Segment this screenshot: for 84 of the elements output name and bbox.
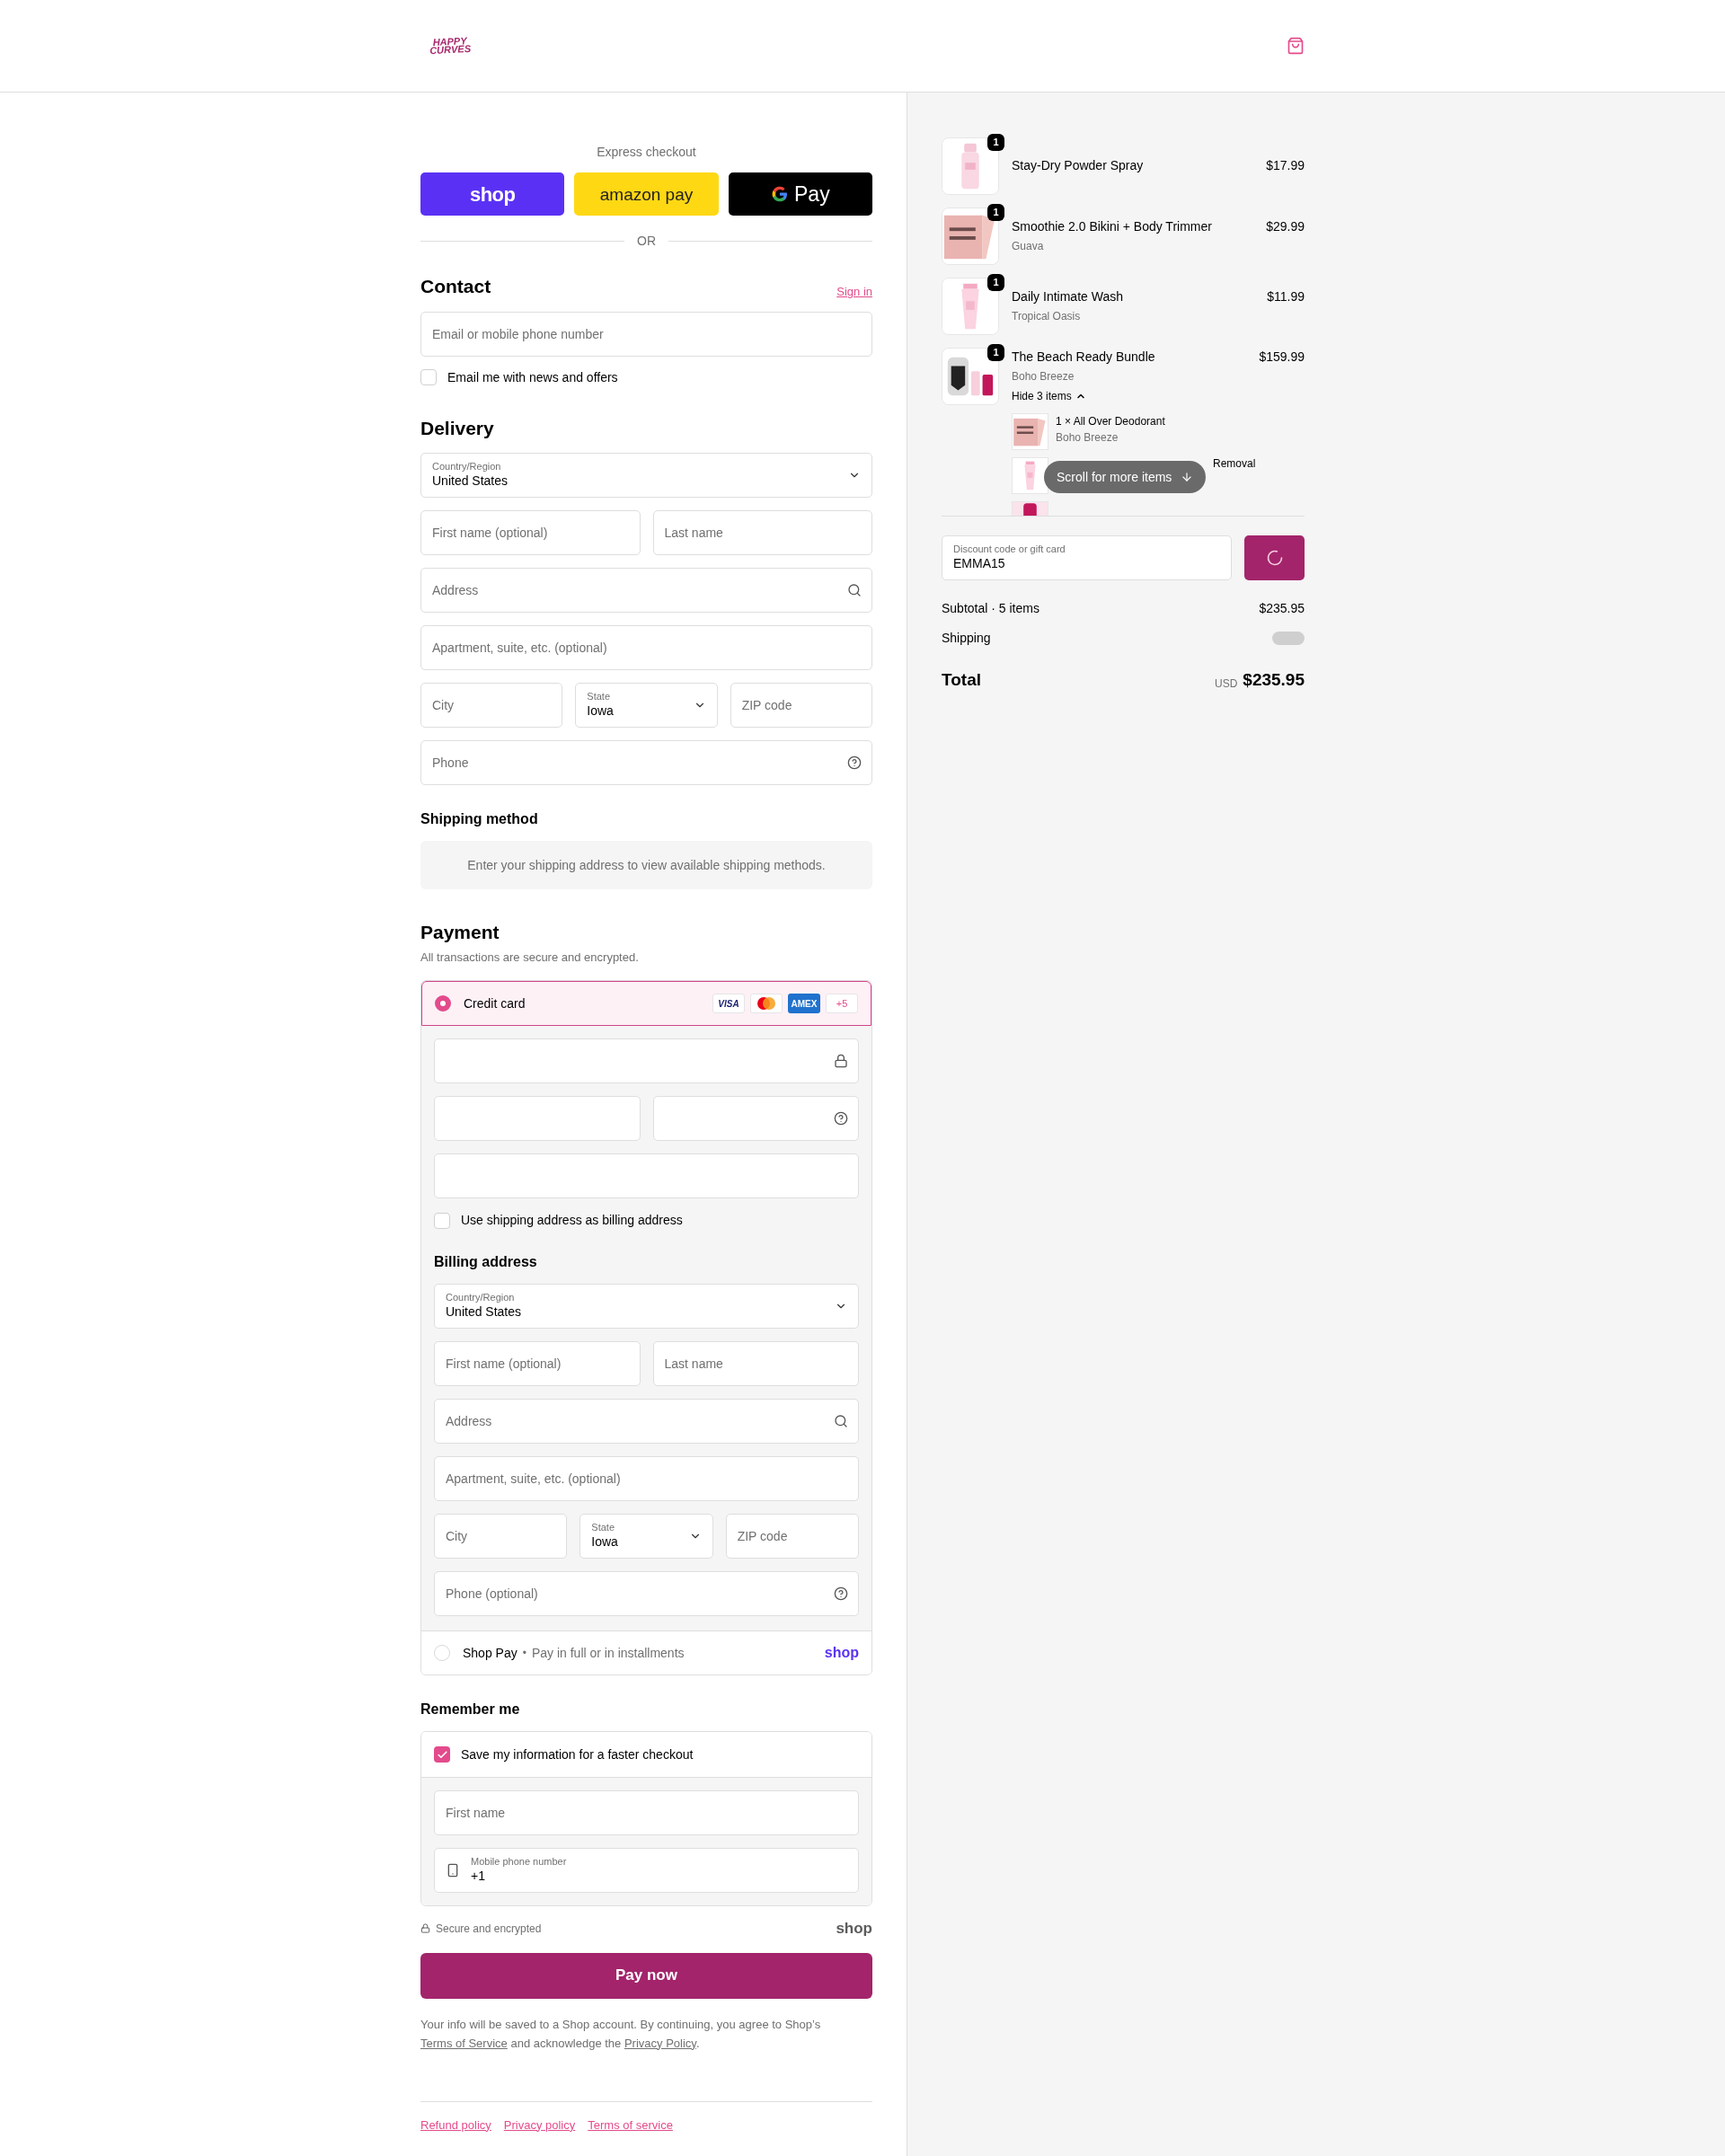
shop-pay-note: Pay in full or in installments xyxy=(531,1644,685,1662)
amex-badge: AMEX xyxy=(788,994,820,1013)
total-label: Total xyxy=(942,669,981,691)
shop-logo: shop xyxy=(836,1919,872,1939)
input-field[interactable]: Phone (optional) xyxy=(434,1571,859,1616)
footer-link[interactable]: Terms of service xyxy=(588,2116,673,2134)
legal-text: Your info will be saved to a Shop account. By continuing, you agree to Shop’s Terms of Service and acknowledge the Privacy Policy. xyxy=(420,2016,822,2052)
section-title: Shipping method xyxy=(420,810,539,828)
input-field[interactable]: Email or mobile phone number xyxy=(420,311,872,357)
input-field[interactable]: First name xyxy=(434,1790,859,1835)
section-title: Billing address xyxy=(434,1253,538,1271)
scroll-hint-pill[interactable]: Scroll for more items xyxy=(1044,461,1207,493)
discount-field[interactable]: Discount code or gift card EMMA15 xyxy=(942,535,1232,580)
quantity-badge: 1 xyxy=(987,204,1004,221)
checkbox-label: Email me with news and offers xyxy=(447,368,618,386)
select-field[interactable]: Country/Region United States xyxy=(434,1284,859,1329)
product-price: $17.99 xyxy=(1266,156,1305,174)
product-variant: Tropical Oasis xyxy=(1012,308,1082,324)
total-value: $235.95 xyxy=(1243,669,1305,691)
input-field[interactable]: Last name xyxy=(652,510,872,555)
section-title: Payment xyxy=(420,921,500,944)
product-name: The Beach Ready Bundle xyxy=(1012,349,1155,366)
bundle-item-name: 1 × All Over Deodorant xyxy=(1056,414,1165,429)
footer-link[interactable]: Privacy policy xyxy=(503,2116,576,2134)
product-price: $159.99 xyxy=(1259,349,1305,366)
input-field[interactable]: First name (optional) xyxy=(420,510,641,555)
currency-label: USD xyxy=(1214,676,1238,692)
secure-note: Secure and encrypted xyxy=(436,1921,542,1937)
product-price: $29.99 xyxy=(1266,217,1305,235)
terms-link[interactable]: Terms of Service xyxy=(420,2036,508,2050)
google-pay-button[interactable]: Pay xyxy=(728,172,872,216)
privacy-link[interactable]: Privacy Policy xyxy=(624,2036,696,2050)
sign-in-link[interactable]: Sign in xyxy=(836,283,872,301)
section-title: Remember me xyxy=(420,1701,521,1719)
product-variant: Boho Breeze xyxy=(1012,369,1075,384)
input-field[interactable]: Apartment, suite, etc. (optional) xyxy=(420,625,872,670)
separator-dot: • xyxy=(522,1646,526,1661)
select-field[interactable]: Country/Region United States xyxy=(420,453,872,498)
product-name: Daily Intimate Wash xyxy=(1012,287,1123,305)
shop-pay-button[interactable]: shop xyxy=(420,172,565,216)
input-field[interactable]: Address xyxy=(434,1399,859,1444)
phone-field[interactable]: Mobile phone number +1 xyxy=(434,1848,859,1893)
shop-pay-option[interactable]: Shop Pay • Pay in full or in installments shop xyxy=(421,1630,871,1674)
shipping-label: Shipping xyxy=(942,630,991,647)
shipping-method-notice: Enter your shipping address to view available shipping methods. xyxy=(420,841,872,889)
product-price: $11.99 xyxy=(1267,287,1305,305)
section-subtitle: All transactions are secure and encrypted. xyxy=(420,949,640,966)
shop-logo: shop xyxy=(824,1644,859,1662)
amazon-pay-button[interactable]: amazon pay xyxy=(574,172,719,216)
select-field[interactable]: State Iowa xyxy=(575,683,718,728)
subtotal-label: Subtotal · 5 items xyxy=(942,600,1039,617)
section-title: Delivery xyxy=(420,416,495,440)
checkbox-label: Save my information for a faster checkout xyxy=(461,1745,694,1763)
quantity-badge: 1 xyxy=(987,344,1004,361)
input-field[interactable]: ZIP code xyxy=(730,683,872,728)
or-divider-label: OR xyxy=(637,233,656,250)
product-name: Smoothie 2.0 Bikini + Body Trimmer xyxy=(1012,217,1212,235)
shop-pay-label: Shop Pay xyxy=(463,1644,518,1662)
quantity-badge: 1 xyxy=(987,134,1004,151)
express-checkout-title: Express checkout xyxy=(596,144,697,161)
input-field[interactable]: Last name xyxy=(652,1341,859,1386)
product-variant: Guava xyxy=(1012,238,1045,254)
input-field[interactable]: City xyxy=(420,683,563,728)
select-field[interactable]: State Iowa xyxy=(579,1514,713,1559)
product-name: Stay-Dry Powder Spray xyxy=(1012,156,1144,174)
input-field[interactable]: Address xyxy=(420,568,872,613)
pay-now-button[interactable]: Pay now xyxy=(420,1952,872,1999)
bundle-toggle[interactable]: Hide 3 items xyxy=(1012,388,1086,404)
more-brands-badge: +5 xyxy=(826,994,858,1013)
quantity-badge: 1 xyxy=(987,274,1004,291)
input-field[interactable]: Apartment, suite, etc. (optional) xyxy=(434,1456,859,1501)
store-logo[interactable]: HAPPY CURVES xyxy=(429,36,472,56)
bundle-item-name: Removal xyxy=(1213,456,1256,472)
input-field[interactable]: City xyxy=(434,1514,568,1559)
visa-badge: VISA xyxy=(712,994,745,1013)
subtotal-value: $235.95 xyxy=(1259,600,1305,617)
section-title: Contact xyxy=(420,275,491,298)
credit-card-option[interactable]: Credit card VISA AMEX +5 xyxy=(421,981,871,1026)
input-field[interactable]: ZIP code xyxy=(725,1514,859,1559)
checkbox-label: Use shipping address as billing address xyxy=(461,1212,683,1229)
input-field[interactable]: First name (optional) xyxy=(434,1341,641,1386)
bundle-item-variant: Boho Breeze xyxy=(1056,430,1119,446)
footer-link[interactable]: Refund policy xyxy=(420,2116,491,2134)
input-field[interactable]: Phone xyxy=(420,740,872,785)
